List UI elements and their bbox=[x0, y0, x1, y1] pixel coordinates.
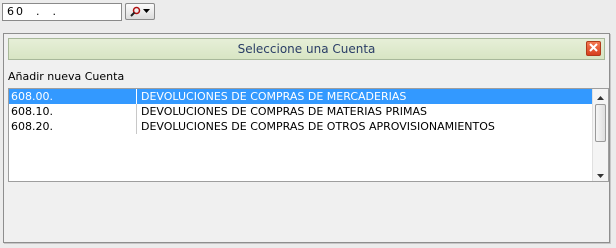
account-row[interactable]: 608.00. DEVOLUCIONES DE COMPRAS DE MERCA… bbox=[9, 89, 592, 104]
dialog-titlebar: Seleccione una Cuenta bbox=[8, 38, 605, 60]
account-code-input[interactable]: 60 . . bbox=[2, 3, 122, 21]
account-description: DEVOLUCIONES DE COMPRAS DE OTROS APROVIS… bbox=[136, 119, 495, 134]
account-row[interactable]: 608.20. DEVOLUCIONES DE COMPRAS DE OTROS… bbox=[9, 119, 592, 134]
account-description: DEVOLUCIONES DE COMPRAS DE MATERIAS PRIM… bbox=[136, 104, 427, 119]
dropdown-arrow-icon bbox=[143, 9, 150, 14]
dialog-title: Seleccione una Cuenta bbox=[237, 42, 376, 56]
scroll-up-arrow-icon bbox=[597, 90, 604, 103]
add-new-account-link[interactable]: Añadir nueva Cuenta bbox=[8, 70, 124, 84]
scroll-down-arrow-icon bbox=[597, 168, 604, 181]
account-code: 608.10. bbox=[11, 105, 53, 118]
close-button[interactable] bbox=[586, 41, 601, 56]
account-code: 608.20. bbox=[11, 120, 53, 133]
account-rows: 608.00. DEVOLUCIONES DE COMPRAS DE MERCA… bbox=[9, 89, 592, 134]
account-code: 608.00. bbox=[11, 90, 53, 103]
account-list: 608.00. DEVOLUCIONES DE COMPRAS DE MERCA… bbox=[8, 88, 609, 182]
select-account-dialog: Seleccione una Cuenta Añadir nueva Cuent… bbox=[3, 33, 610, 243]
vertical-scrollbar[interactable] bbox=[592, 89, 608, 181]
account-description: DEVOLUCIONES DE COMPRAS DE MERCADERIAS bbox=[136, 89, 406, 104]
scroll-down-button[interactable] bbox=[593, 167, 608, 181]
close-icon bbox=[589, 42, 598, 55]
account-row[interactable]: 608.10. DEVOLUCIONES DE COMPRAS DE MATER… bbox=[9, 104, 592, 119]
search-icon bbox=[130, 6, 141, 17]
scroll-up-button[interactable] bbox=[593, 89, 608, 103]
search-dropdown-button[interactable] bbox=[125, 3, 155, 20]
scrollbar-thumb[interactable] bbox=[595, 104, 606, 142]
